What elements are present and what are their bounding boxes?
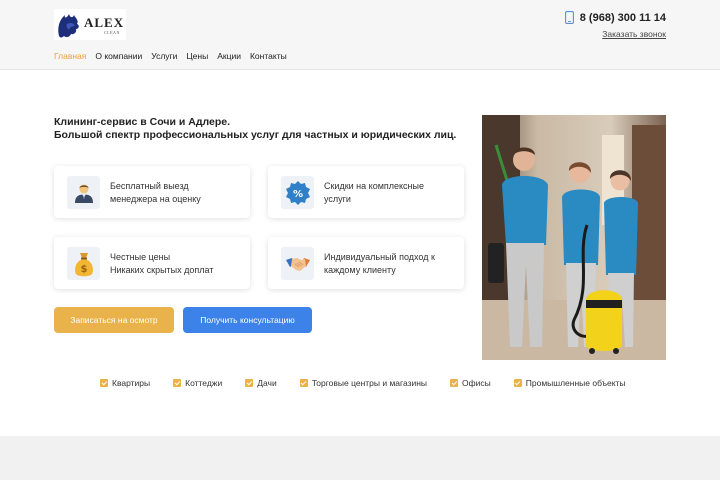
hero-line-2: Большой спектр профессиональных услуг дл…: [54, 129, 457, 141]
category-label: Квартиры: [112, 378, 151, 388]
feature-line-2: услуги: [324, 194, 351, 204]
feature-text: Честные цены Никаких скрытых доплат: [110, 251, 213, 277]
category-offices[interactable]: Офисы: [450, 378, 491, 388]
category-label: Офисы: [462, 378, 491, 388]
category-apartments[interactable]: Квартиры: [100, 378, 150, 388]
category-malls[interactable]: Торговые центры и магазины: [299, 378, 428, 388]
feature-line-1: Бесплатный выезд: [110, 181, 189, 191]
feature-text: Скидки на комплексные услуги: [324, 180, 424, 206]
category-label: Промышленные объекты: [525, 378, 626, 388]
category-cottages[interactable]: Коттеджи: [173, 378, 222, 388]
phone-number[interactable]: 8 (968) 300 11 14: [564, 11, 666, 24]
svg-text:%: %: [292, 189, 302, 200]
main-nav: Главная О компании Услуги Цены Акции Кон…: [54, 51, 287, 61]
team-photo: [482, 115, 666, 360]
feature-card-free-visit: Бесплатный выезд менеджера на оценку: [54, 166, 250, 218]
nav-item-contacts[interactable]: Контакты: [250, 51, 287, 61]
nav-item-about[interactable]: О компании: [95, 51, 142, 61]
feature-card-discounts: % Скидки на комплексные услуги: [268, 166, 464, 218]
svg-text:$: $: [80, 264, 87, 275]
feature-text: Индивидуальный подход к каждому клиенту: [324, 251, 435, 277]
nav-item-services[interactable]: Услуги: [151, 51, 177, 61]
money-bag-icon: $: [67, 247, 100, 280]
category-label: Торговые центры и магазины: [311, 378, 428, 388]
feature-line-2: менеджера на оценку: [110, 194, 201, 204]
feature-line-1: Честные цены: [110, 252, 171, 262]
phone-text: 8 (968) 300 11 14: [579, 11, 666, 24]
smartphone-icon: [564, 11, 574, 24]
feature-line-1: Скидки на комплексные: [324, 181, 425, 191]
request-call-link[interactable]: Заказать звонок: [602, 29, 666, 39]
feature-line-2: каждому клиенту: [324, 265, 396, 275]
logo-name: ALEX: [84, 15, 125, 30]
logo-subtitle: CLEAN: [104, 30, 120, 35]
checkbox-icon: [245, 379, 254, 387]
lion-logo-icon: [58, 14, 79, 38]
hero-line-1: Клининг-сервис в Сочи и Адлере.: [54, 116, 231, 128]
feature-text: Бесплатный выезд менеджера на оценку: [110, 180, 201, 206]
footer-band: [0, 436, 720, 480]
discount-icon: %: [281, 176, 314, 209]
checkbox-icon: [299, 379, 308, 387]
handshake-icon: [281, 247, 314, 280]
hero-headline: Клининг-сервис в Сочи и Адлере. Большой …: [54, 116, 456, 142]
logo[interactable]: ALEX CLEAN: [54, 9, 126, 40]
category-dachas[interactable]: Дачи: [245, 378, 277, 388]
feature-line-1: Индивидуальный подход к: [324, 252, 435, 262]
feature-line-2: Никаких скрытых доплат: [110, 265, 214, 275]
get-consultation-button[interactable]: Получить консультацию: [183, 307, 312, 333]
nav-item-home[interactable]: Главная: [54, 51, 86, 61]
feature-card-honest-prices: $ Честные цены Никаких скрытых доплат: [54, 237, 250, 289]
nav-item-prices[interactable]: Цены: [186, 51, 208, 61]
service-categories: Квартиры Коттеджи Дачи Торговые центры и…: [100, 378, 649, 388]
checkbox-icon: [173, 379, 182, 387]
site-header: ALEX CLEAN Главная О компании Услуги Цен…: [0, 0, 720, 70]
category-label: Дачи: [257, 378, 277, 388]
manager-icon: [67, 176, 100, 209]
checkbox-icon: [513, 379, 522, 387]
feature-card-individual-approach: Индивидуальный подход к каждому клиенту: [268, 237, 464, 289]
checkbox-icon: [450, 379, 459, 387]
nav-item-promotions[interactable]: Акции: [217, 51, 241, 61]
category-label: Коттеджи: [185, 378, 223, 388]
checkbox-icon: [100, 379, 108, 387]
book-inspection-button[interactable]: Записаться на осмотр: [54, 307, 174, 333]
category-industrial[interactable]: Промышленные объекты: [513, 378, 626, 388]
